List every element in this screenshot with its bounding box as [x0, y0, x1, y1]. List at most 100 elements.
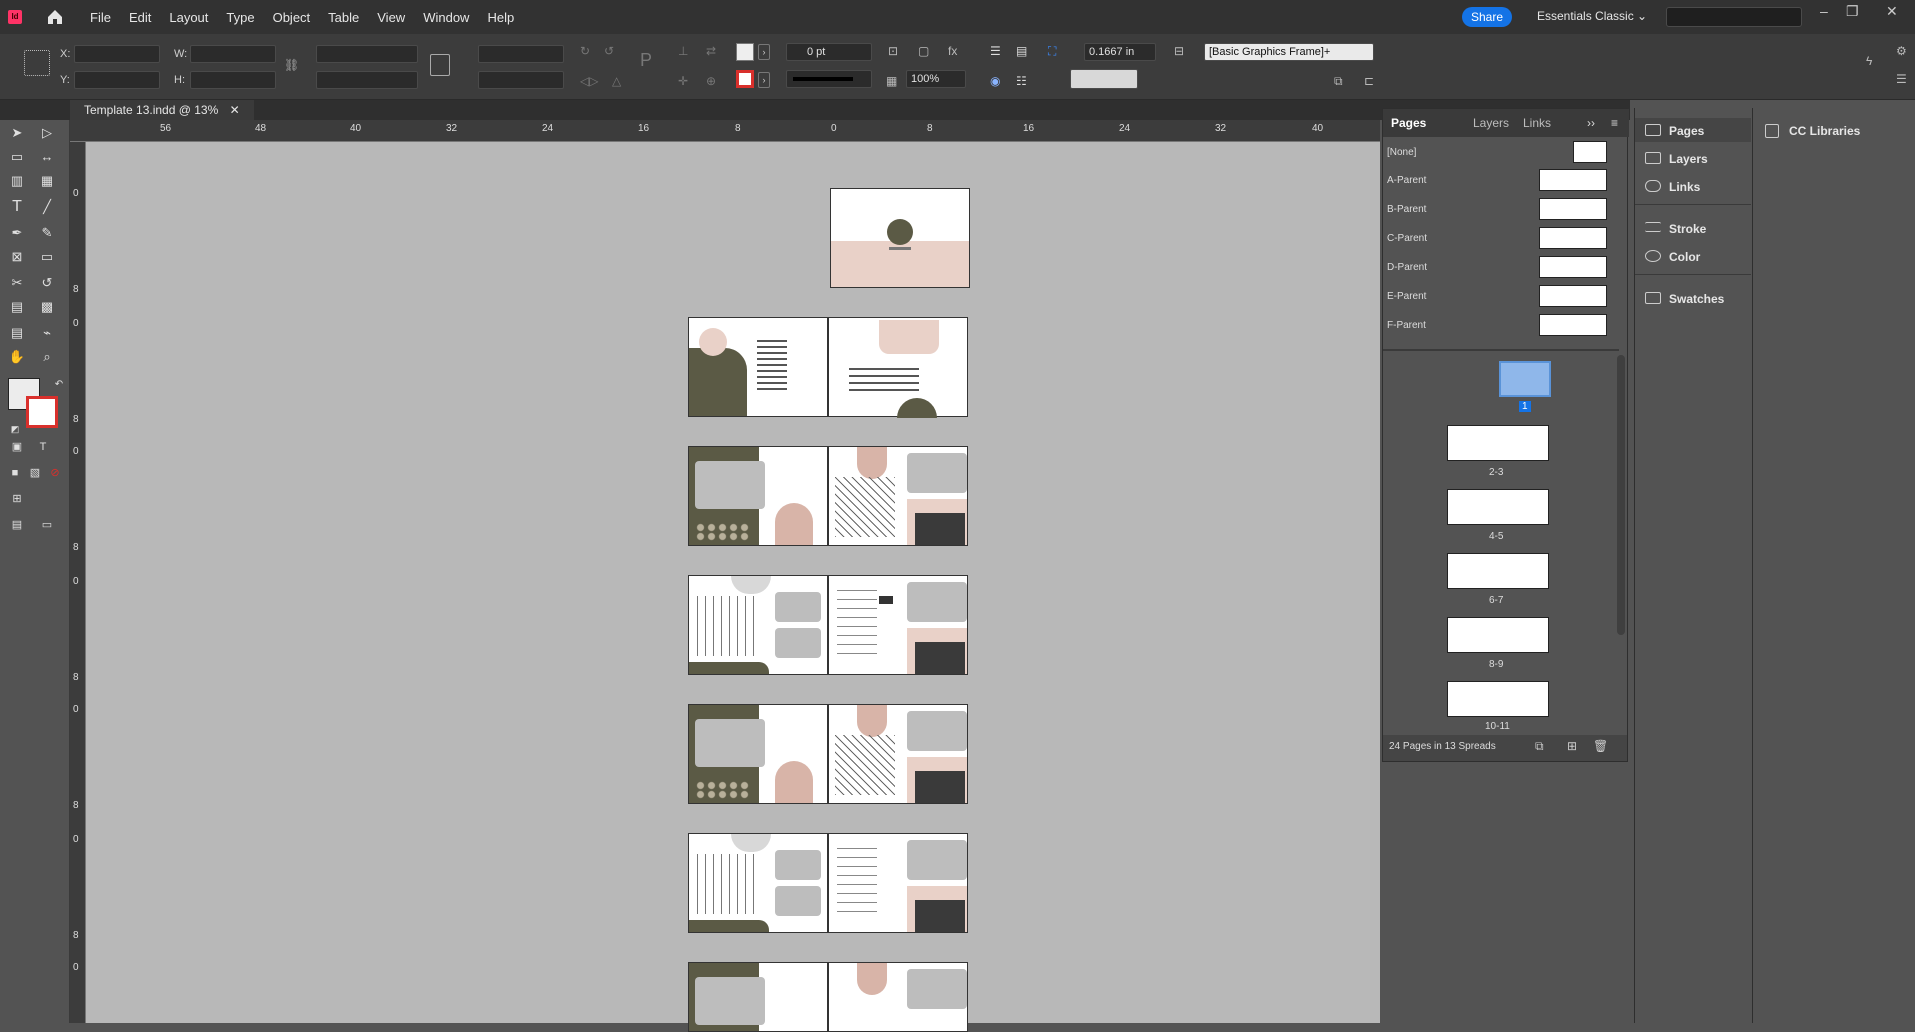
scale-x-field[interactable]: [316, 45, 418, 63]
spread-thumb-10-11[interactable]: [1447, 681, 1549, 717]
direct-selection-tool-icon[interactable]: ▷: [38, 124, 56, 142]
page-5[interactable]: [828, 446, 968, 546]
apply-color-icon[interactable]: ■: [6, 464, 24, 482]
share-button[interactable]: Share: [1462, 7, 1512, 27]
apply-gradient-icon[interactable]: ▧: [26, 464, 44, 482]
search-input[interactable]: [1666, 7, 1802, 27]
gradient-feather-tool-icon[interactable]: ▩: [38, 298, 56, 316]
scissors-tool-icon[interactable]: ✂: [8, 274, 26, 292]
x-field[interactable]: [74, 45, 160, 63]
content-placer-icon[interactable]: ▦: [38, 172, 56, 190]
apply-none-icon[interactable]: ⊘: [46, 464, 64, 482]
close-tab-icon[interactable]: ✕: [230, 103, 240, 117]
parent-thumb-a[interactable]: [1539, 169, 1607, 191]
menu-file[interactable]: File: [90, 10, 111, 25]
workspace-switcher[interactable]: Essentials Classic ⌄: [1537, 9, 1647, 23]
parent-none[interactable]: [None]: [1387, 147, 1416, 158]
note-tool-icon[interactable]: ▤: [8, 324, 26, 342]
opacity-field[interactable]: 100%: [906, 70, 966, 88]
opacity-icon[interactable]: ▦: [886, 74, 902, 90]
stroke-type-field[interactable]: [786, 70, 872, 88]
page-8[interactable]: [688, 704, 828, 804]
flip-horizontal-icon[interactable]: ◁▷: [580, 74, 598, 90]
eyedropper-tool-icon[interactable]: ⌁: [38, 324, 56, 342]
menu-layout[interactable]: Layout: [169, 10, 208, 25]
reference-point-icon[interactable]: [24, 50, 50, 76]
stroke-color-box[interactable]: [26, 396, 58, 428]
panel-scrollbar[interactable]: [1617, 355, 1625, 635]
w-field[interactable]: [190, 45, 276, 63]
parent-c[interactable]: C-Parent: [1387, 233, 1427, 244]
delete-page-icon[interactable]: 🗑: [1593, 739, 1608, 753]
parent-thumb-d[interactable]: [1539, 256, 1607, 278]
line-tool-icon[interactable]: ╱: [38, 198, 56, 216]
parent-thumb-f[interactable]: [1539, 314, 1607, 336]
restore-icon[interactable]: ❐: [1846, 3, 1859, 20]
stroke-weight-field[interactable]: 0 pt: [786, 43, 872, 61]
frame-fitting-icon[interactable]: ⊟: [1174, 44, 1190, 60]
dock-stroke[interactable]: Stroke: [1669, 222, 1706, 236]
page-13[interactable]: [828, 962, 968, 1032]
fill-swatch[interactable]: [736, 43, 754, 61]
drop-shadow-icon[interactable]: ▢: [918, 44, 934, 60]
page-7[interactable]: [828, 575, 968, 675]
tab-document[interactable]: Template 13.indd @ 13% ✕: [70, 100, 254, 120]
free-transform-tool-icon[interactable]: ↺: [38, 274, 56, 292]
auto-fit-icon[interactable]: ⛶: [1048, 44, 1064, 60]
wrap-object-icon[interactable]: ◉: [990, 74, 1006, 90]
page-3[interactable]: [828, 317, 968, 418]
text-path-icon[interactable]: P: [640, 50, 656, 70]
swap-colors-icon[interactable]: ↶: [50, 376, 68, 394]
parent-thumb-b[interactable]: [1539, 198, 1607, 220]
page-11[interactable]: [828, 833, 968, 933]
spread-thumb-1[interactable]: [1499, 361, 1551, 397]
screen-mode-icon[interactable]: ⊞: [8, 490, 26, 508]
stroke-swatch[interactable]: [736, 70, 754, 88]
corner-shape-field[interactable]: [1070, 69, 1138, 89]
view-mode-icon[interactable]: ▤: [8, 516, 26, 534]
fit-frame-icon[interactable]: ⊡: [888, 44, 904, 60]
gap-tool-icon[interactable]: ↔: [38, 148, 56, 166]
menu-type[interactable]: Type: [226, 10, 254, 25]
tab-links[interactable]: Links: [1523, 109, 1551, 137]
tab-layers[interactable]: Layers: [1473, 109, 1509, 137]
rectangle-frame-tool-icon[interactable]: ⊠: [8, 248, 26, 266]
pencil-tool-icon[interactable]: ✎: [38, 224, 56, 242]
scale-y-field[interactable]: [316, 71, 418, 89]
panel-options-icon[interactable]: ⊏: [1364, 74, 1380, 90]
page-4[interactable]: [688, 446, 828, 546]
menu-help[interactable]: Help: [487, 10, 514, 25]
cc-libraries-label[interactable]: CC Libraries: [1789, 124, 1860, 138]
parent-d[interactable]: D-Parent: [1387, 262, 1427, 273]
lightning-icon[interactable]: ϟ: [1866, 54, 1882, 70]
menu-view[interactable]: View: [377, 10, 405, 25]
zoom-tool-icon[interactable]: ⌕: [38, 348, 56, 366]
formatting-container-icon[interactable]: ▣: [8, 438, 26, 456]
expand-panel-icon[interactable]: ››: [1587, 109, 1595, 137]
select-content-icon[interactable]: ⇄: [706, 44, 722, 60]
menu-icon[interactable]: ☰: [1896, 72, 1912, 88]
h-field[interactable]: [190, 71, 276, 89]
close-icon[interactable]: ✕: [1886, 3, 1898, 20]
flip-vertical-icon[interactable]: △: [612, 74, 628, 90]
dock-swatches[interactable]: Swatches: [1669, 292, 1724, 306]
spread-thumb-6-7[interactable]: [1447, 553, 1549, 589]
menu-edit[interactable]: Edit: [129, 10, 151, 25]
menu-table[interactable]: Table: [328, 10, 359, 25]
minimize-icon[interactable]: –: [1820, 3, 1828, 19]
object-style-select[interactable]: [Basic Graphics Frame]+: [1204, 43, 1374, 61]
parent-a[interactable]: A-Parent: [1387, 175, 1426, 186]
dock-layers[interactable]: Layers: [1669, 152, 1708, 166]
selection-tool-icon[interactable]: ➤: [8, 124, 26, 142]
select-next-icon[interactable]: ⊕: [706, 74, 722, 90]
parent-thumb-none[interactable]: [1573, 141, 1607, 163]
formatting-text-icon[interactable]: T: [34, 438, 52, 456]
gear-icon[interactable]: ⚙: [1896, 44, 1912, 60]
shear-field[interactable]: [478, 71, 564, 89]
select-previous-icon[interactable]: ✛: [678, 74, 694, 90]
text-wrap-none-icon[interactable]: ☰: [990, 44, 1006, 60]
rotation-field[interactable]: [478, 45, 564, 63]
preview-mode-icon[interactable]: ▭: [38, 516, 56, 534]
page-10[interactable]: [688, 833, 828, 933]
y-field[interactable]: [74, 71, 160, 89]
